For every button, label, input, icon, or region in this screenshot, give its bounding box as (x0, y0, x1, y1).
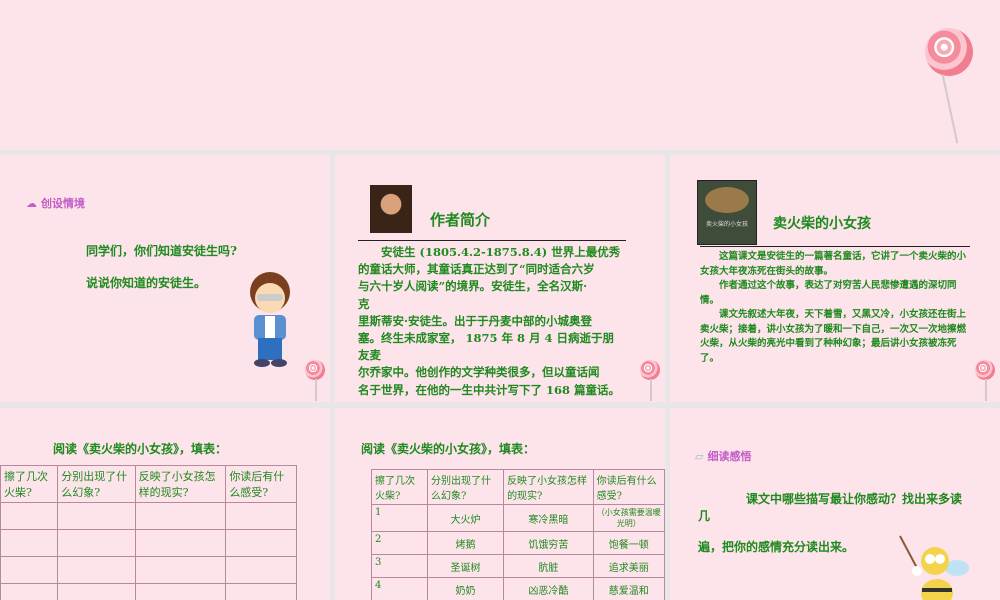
header-cell: 你读后有什么感受? (592, 469, 665, 505)
author-bio: 安徒生 (1805.4.2-1875.8.4) 世界上最优秀 的童话大师，其童话真… (358, 244, 648, 399)
summary-para: 作者通过这个故事，表达了对穷苦人民悲惨遭遇的深切同情。 (700, 280, 957, 306)
question-2: 说说你知道的安徒生。 (86, 276, 207, 290)
cartoon-bee-icon (899, 535, 969, 600)
table-cell[interactable] (57, 502, 136, 530)
table-cell[interactable]: 凶恶冷酷 (503, 577, 594, 600)
badge-label: 细读感悟 (707, 450, 752, 463)
header-cell: 擦了几次火柴? (0, 465, 59, 503)
story-summary: 这篇课文是安徒生的一篇著名童话，它讲了一个卖火柴的小女孩大年夜冻死在街头的故事。… (700, 250, 975, 366)
slide-table-filled[interactable]: 阅读《卖火柴的小女孩》，填表： 擦了几次火柴? 分别出现了什么幻象? 反映了小女孩怎… (335, 408, 665, 600)
table-cell[interactable] (225, 583, 297, 600)
cartoon-boy-icon (250, 272, 290, 367)
lollipop-icon (975, 360, 995, 401)
summary-para: 课文先叙述大年夜，天下着雪，又黑又冷，小女孩还在街上卖火柴；接着，讲小女孩为了暖… (700, 309, 967, 364)
table-cell[interactable] (0, 502, 59, 530)
table-cell[interactable] (0, 529, 59, 557)
slide-table-blank[interactable]: 阅读《卖火柴的小女孩》，填表： 擦了几次火柴? 分别出现了什么幻象? 反映了小女孩怎… (0, 408, 330, 600)
prompt-line: 课文中哪些描写最让你感动？找出来多读 (698, 492, 963, 506)
table-cell[interactable]: 肮脏 (503, 554, 594, 578)
bio-line: 尔乔家中。他创作的文学种类很多，但以童话闻 (358, 365, 600, 380)
bio-line: 里斯蒂安·安徒生。出于于丹麦中部的小城奥登 (358, 313, 593, 328)
table-cell[interactable]: 饥饿穷苦 (503, 531, 594, 555)
bio-line: 友麦 (358, 348, 381, 363)
header-cell: 反映了小女孩怎样的现实? (503, 469, 594, 505)
bio-line: 安徒生 (1805.4.2-1875.8.4) 世界上最优秀 (358, 245, 621, 259)
prompt-line: 几 (698, 509, 711, 523)
table-title: 阅读《卖火柴的小女孩》，填表： (53, 442, 228, 456)
table-title: 阅读《卖火柴的小女孩》，填表： (361, 442, 536, 456)
table-cell[interactable] (134, 529, 227, 557)
header-cell: 反映了小女孩怎样的现实? (134, 465, 227, 503)
cloud-sun-icon: ☁ (26, 196, 37, 210)
book-icon: ▱ (695, 449, 704, 463)
summary-para: 这篇课文是安徒生的一篇著名童话，它讲了一个卖火柴的小女孩大年夜冻死在街头的故事。 (700, 251, 967, 277)
table-cell[interactable]: 3 (371, 554, 428, 578)
bio-line: 的童话大师，其童话真正达到了“同时适合六岁 (358, 262, 595, 277)
book-cover: 卖火柴的小女孩 (697, 180, 757, 245)
slide-intro[interactable]: ☁ 创设情境 同学们，你们知道安徒生吗? 说说你知道的安徒生。 (0, 155, 330, 402)
bio-line: 名于世界，在他的一生中共计写下了 168 篇童话。 (358, 382, 621, 397)
lollipop-icon (305, 360, 325, 401)
table-cell[interactable] (225, 529, 297, 557)
table-cell[interactable] (57, 556, 136, 584)
bio-line: 与六十岁人阅读”的境界。安徒生，全名汉斯· (358, 279, 588, 294)
bio-line: 克 (358, 296, 370, 311)
prompt-line: 遍，把你的感情充分读出来。 (698, 540, 855, 554)
slide-author[interactable]: 作者简介 安徒生 (1805.4.2-1875.8.4) 世界上最优秀 的童话大师… (335, 155, 665, 402)
table-cell[interactable] (225, 502, 297, 530)
table-row: 1 大火炉 寒冷黑暗 （小女孩需要温暖光明） (371, 504, 665, 532)
table-cell[interactable] (0, 583, 59, 600)
author-portrait (370, 185, 412, 233)
table-row: 2 烤鹅 饥饿穷苦 饱餐一顿 (371, 531, 665, 555)
table-cell[interactable] (134, 502, 227, 530)
header-cell: 擦了几次火柴? (371, 469, 428, 505)
slide-title: 作者简介 (430, 211, 491, 229)
section-badge: ☁ 创设情境 (26, 195, 85, 211)
table-cell[interactable] (134, 556, 227, 584)
cover-text: 卖火柴的小女孩 (705, 221, 748, 228)
table-cell[interactable]: 烤鹅 (426, 531, 505, 555)
table-cell[interactable] (57, 583, 136, 600)
table-cell[interactable]: 圣诞树 (426, 554, 505, 578)
table-cell[interactable]: 4 (371, 577, 428, 600)
table-cell[interactable]: 慈爱温和 (592, 577, 665, 600)
header-cell: 分别出现了什么幻象? (426, 469, 505, 505)
header-cell: 分别出现了什么幻象? (57, 465, 136, 503)
table-cell[interactable]: 大火炉 (426, 504, 505, 532)
table-row: 3 圣诞树 肮脏 追求美丽 (371, 554, 665, 578)
lollipop-icon (640, 360, 660, 401)
bio-line: 塞。终生未成家室， 1875 年 8 月 4 日病逝于朋 (358, 331, 615, 346)
table-cell[interactable]: 2 (371, 531, 428, 555)
slide-story[interactable]: 卖火柴的小女孩 卖火柴的小女孩 这篇课文是安徒生的一篇著名童话，它讲了一个卖火柴… (670, 155, 1000, 402)
table-cell[interactable] (225, 556, 297, 584)
divider (700, 246, 970, 247)
table-cell[interactable]: 饱餐一顿 (592, 531, 665, 555)
header-cell: 你读后有什么感受? (225, 465, 297, 503)
question-1: 同学们，你们知道安徒生吗? (86, 244, 238, 258)
badge-label: 创设情境 (41, 197, 85, 210)
table-cell[interactable]: 寒冷黑暗 (503, 504, 594, 532)
divider (358, 240, 626, 241)
top-slide (0, 0, 1000, 150)
table-cell[interactable] (57, 529, 136, 557)
table-cell[interactable]: 1 (371, 504, 428, 532)
table-cell[interactable]: 奶奶 (426, 577, 505, 600)
table-cell[interactable] (134, 583, 227, 600)
table-cell[interactable] (0, 556, 59, 584)
table-cell[interactable]: 追求美丽 (592, 554, 665, 578)
filled-table: 擦了几次火柴? 分别出现了什么幻象? 反映了小女孩怎样的现实? 你读后有什么感受? 1… (371, 469, 665, 600)
slide-title: 卖火柴的小女孩 (773, 216, 871, 232)
table-cell[interactable]: （小女孩需要温暖光明） (592, 504, 665, 532)
section-badge: ▱ 细读感悟 (695, 448, 751, 464)
slide-reflection[interactable]: ▱ 细读感悟 课文中哪些描写最让你感动？找出来多读 几 遍，把你的感情充分读出来。 (670, 408, 1000, 600)
blank-table: 擦了几次火柴? 分别出现了什么幻象? 反映了小女孩怎样的现实? 你读后有什么感受? (0, 465, 297, 600)
lollipop-icon (925, 28, 973, 144)
table-row: 4 奶奶 凶恶冷酷 慈爱温和 (371, 577, 665, 600)
